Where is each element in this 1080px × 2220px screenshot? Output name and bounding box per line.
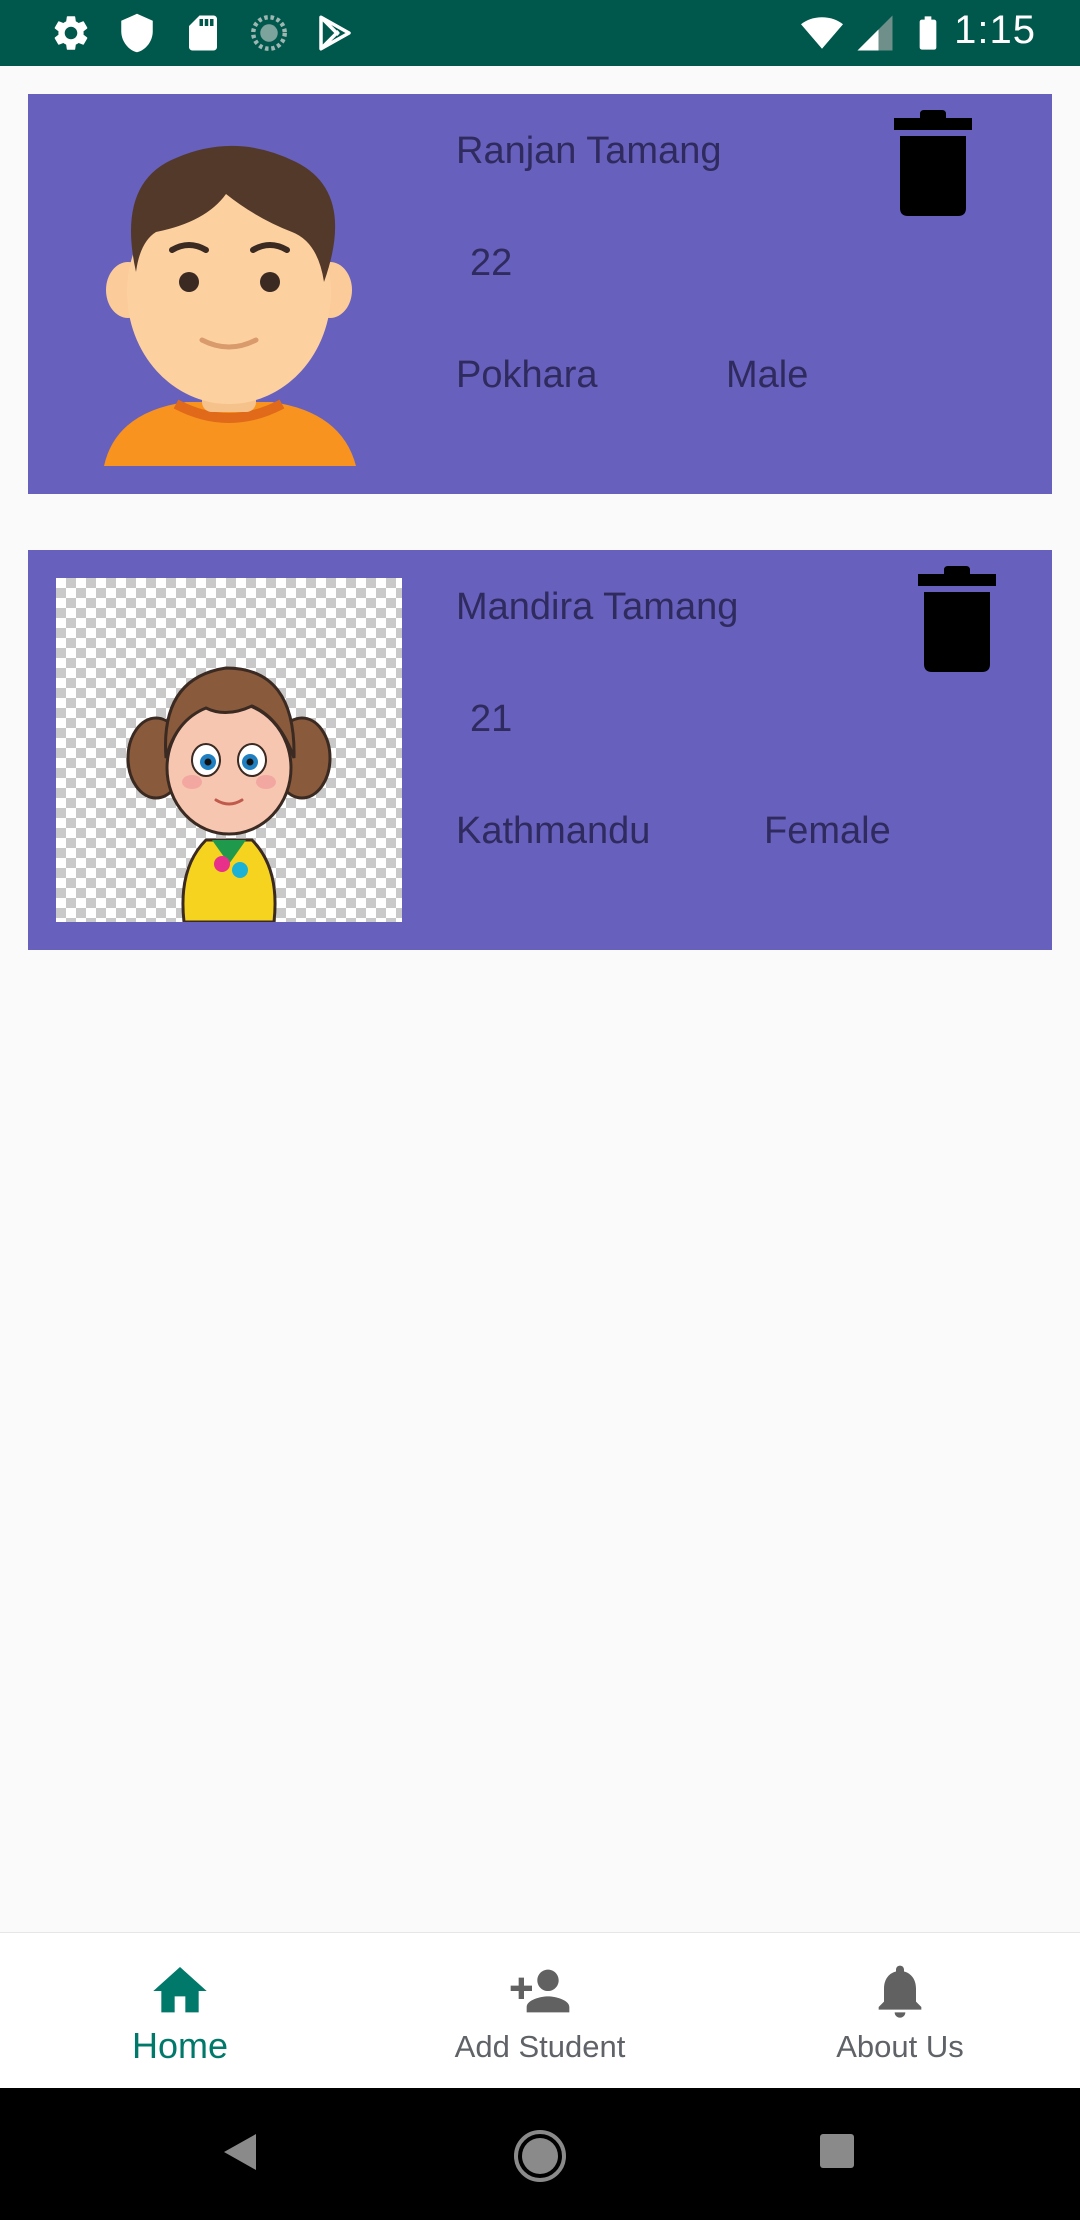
status-bar: 1:15: [0, 0, 1080, 66]
home-icon: [153, 1967, 207, 2013]
nav-home-label: Home: [131, 2025, 229, 2066]
student-name: Mandira Tamang: [456, 586, 739, 628]
shield-icon: [121, 13, 153, 53]
student-address: Pokhara: [456, 354, 598, 396]
delete-icon[interactable]: [914, 564, 1000, 674]
nav-about-us-label: About Us: [836, 2029, 964, 2064]
sync-icon: [251, 15, 287, 51]
nav-add-student[interactable]: Add Student: [360, 1933, 720, 2089]
student-name: Ranjan Tamang: [456, 130, 722, 172]
student-gender: Female: [764, 810, 891, 852]
student-age: 21: [470, 698, 513, 740]
back-icon[interactable]: [222, 2132, 258, 2172]
girl-avatar-image: [56, 578, 402, 924]
delete-icon[interactable]: [890, 108, 976, 218]
student-card[interactable]: Mandira Tamang 21 Kathmandu Female: [28, 550, 1052, 950]
wifi-icon: [801, 17, 843, 49]
sd-card-icon: [189, 15, 217, 51]
signal-icon: [857, 15, 893, 51]
system-navigation-bar: [0, 2088, 1080, 2220]
girl-avatar-icon: [126, 666, 332, 924]
recents-icon[interactable]: [820, 2134, 854, 2168]
nav-about-us[interactable]: About Us: [720, 1933, 1080, 2089]
boy-avatar-icon: [56, 122, 402, 466]
student-age: 22: [470, 242, 513, 284]
student-card[interactable]: Ranjan Tamang 22 Pokhara Male: [28, 94, 1052, 494]
gear-icon: [54, 16, 88, 50]
nav-home[interactable]: Home: [0, 1933, 360, 2089]
play-store-icon: [319, 15, 351, 51]
student-gender: Male: [726, 354, 809, 396]
bottom-navigation: Home Add Student About Us: [0, 1932, 1080, 2088]
nav-add-student-label: Add Student: [454, 2029, 626, 2064]
add-person-icon: [510, 1969, 570, 2013]
bell-icon: [878, 1965, 922, 2018]
home-button-icon[interactable]: [512, 2128, 568, 2184]
battery-icon: [919, 16, 937, 50]
clock: 1:15: [954, 8, 1036, 52]
student-address: Kathmandu: [456, 810, 651, 852]
